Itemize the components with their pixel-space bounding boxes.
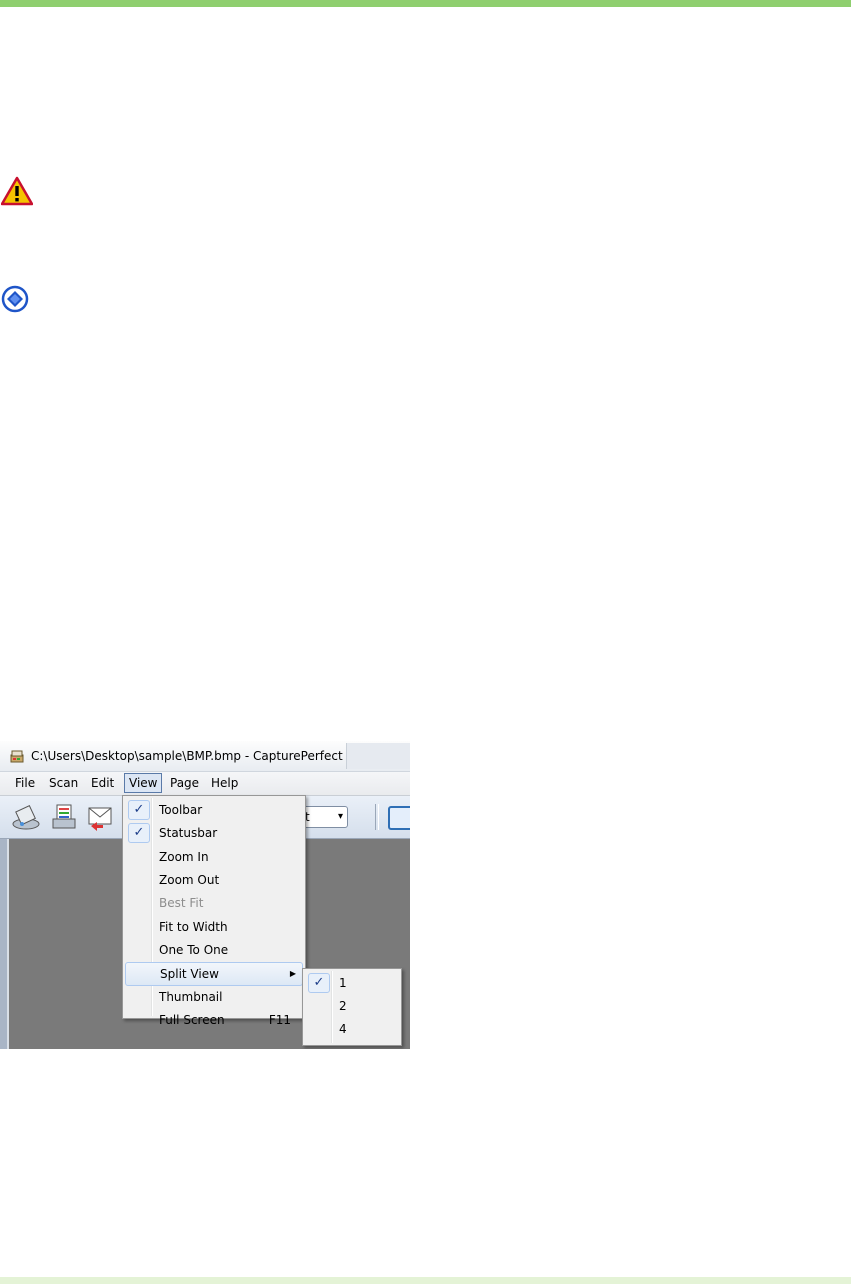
menu-item-label: Zoom In (159, 850, 209, 864)
left-panel-edge (0, 839, 7, 1049)
menu-view[interactable]: View (124, 773, 163, 793)
menu-item-label: Split View (160, 967, 219, 981)
scan-pages-icon[interactable] (49, 802, 79, 832)
window-title: C:\Users\Desktop\sample\BMP.bmp - Captur… (31, 749, 366, 763)
menu-shortcut: F11 (268, 1013, 291, 1027)
menu-item-label: One To One (159, 943, 229, 957)
view-menu-statusbar[interactable]: ✓ Statusbar (125, 822, 303, 844)
view-menu-fit-to-width[interactable]: Fit to Width (125, 916, 303, 938)
chevron-down-icon: ▾ (337, 811, 343, 822)
view-menu-one-to-one[interactable]: One To One (125, 939, 303, 961)
view-menu-zoom-in[interactable]: Zoom In (125, 846, 303, 868)
title-bar: C:\Users\Desktop\sample\BMP.bmp - Captur… (0, 741, 410, 772)
app-icon (10, 750, 24, 763)
left-panel-edge-highlight (7, 839, 9, 1049)
menu-item-label: Full Screen (159, 1013, 225, 1027)
menu-edit[interactable]: Edit (87, 774, 118, 792)
check-icon: ✓ (128, 823, 150, 843)
view-menu-thumbnail[interactable]: Thumbnail (125, 986, 303, 1008)
menu-item-label: Zoom Out (159, 873, 220, 887)
view-menu-zoom-out[interactable]: Zoom Out (125, 869, 303, 891)
menu-page[interactable]: Page (166, 774, 203, 792)
captureperfect-window: C:\Users\Desktop\sample\BMP.bmp - Captur… (0, 741, 410, 1049)
view-menu-split-view[interactable]: Split View ▶ (125, 962, 303, 986)
menu-item-label: Toolbar (159, 803, 203, 817)
mail-icon[interactable] (85, 802, 115, 832)
title-bar-strip (346, 743, 410, 769)
menu-item-label: Statusbar (159, 826, 218, 840)
split-view-2[interactable]: 2 (305, 995, 399, 1017)
scan-icon[interactable] (11, 802, 41, 832)
submenu-arrow-icon: ▶ (289, 969, 296, 978)
fit-width-icon[interactable] (388, 806, 410, 830)
menu-item-label: 4 (339, 1022, 347, 1036)
header-rule (0, 0, 851, 7)
menu-help[interactable]: Help (207, 774, 242, 792)
toolbar-separator (375, 804, 379, 830)
menu-item-label: 2 (339, 999, 347, 1013)
menu-bar: File Scan Edit View Page Help (0, 772, 410, 796)
menu-item-label: Thumbnail (159, 990, 223, 1004)
split-view-1[interactable]: ✓ 1 (305, 972, 399, 994)
check-icon: ✓ (128, 800, 150, 820)
warning-icon (1, 176, 33, 206)
split-view-4[interactable]: 4 (305, 1018, 399, 1040)
menu-scan[interactable]: Scan (45, 774, 82, 792)
view-menu: ✓ Toolbar ✓ Statusbar Zoom In Zoom Out B… (122, 795, 306, 1027)
view-menu-full-screen[interactable]: Full Screen F11 (125, 1009, 303, 1031)
menu-file[interactable]: File (11, 774, 39, 792)
menu-item-label: 1 (339, 976, 347, 990)
menu-item-label: Best Fit (159, 896, 204, 910)
view-menu-toolbar[interactable]: ✓ Toolbar (125, 799, 303, 821)
note-icon (1, 285, 29, 313)
menu-item-label: Fit to Width (159, 920, 228, 934)
footer-rule (0, 1277, 851, 1284)
split-view-submenu: ✓ 1 2 4 (302, 968, 402, 1046)
check-icon: ✓ (308, 973, 330, 993)
view-menu-best-fit: Best Fit (125, 892, 303, 914)
